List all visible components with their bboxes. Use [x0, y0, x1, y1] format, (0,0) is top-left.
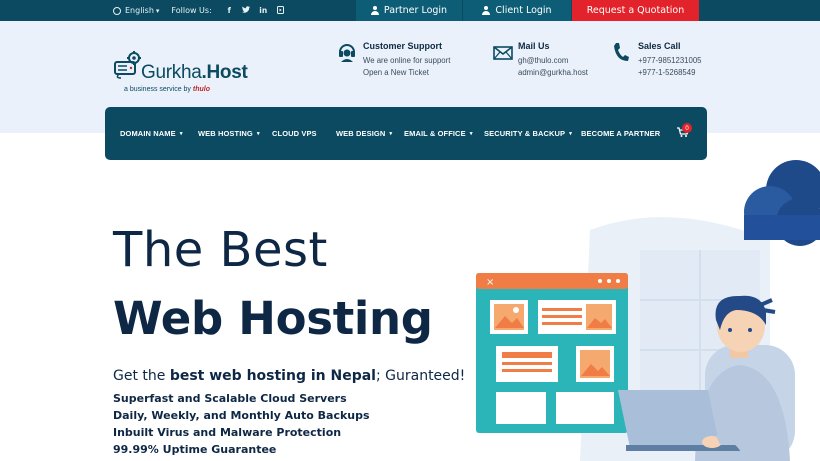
open-ticket-link[interactable]: Open a New Ticket: [363, 68, 450, 77]
cloud-icon: [744, 160, 820, 246]
nav-item-cloud-vps[interactable]: CLOUD VPS: [272, 107, 317, 160]
chevron-down-icon[interactable]: ▾: [156, 7, 160, 15]
hero-title-line2: Web Hosting: [113, 292, 433, 345]
partner-login-label: Partner Login: [383, 5, 448, 16]
hero-title-line1: The Best: [113, 222, 328, 278]
logo-tagline: a business service by thulo: [124, 86, 210, 93]
feature-list: Superfast and Scalable Cloud Servers Dai…: [113, 390, 370, 458]
customer-support-block: Customer Support We are online for suppo…: [363, 41, 450, 77]
language-selector[interactable]: English: [125, 6, 154, 15]
svg-text:×: ×: [486, 277, 494, 288]
sales-call-title: Sales Call: [638, 41, 681, 51]
nav-item-web-hosting[interactable]: WEB HOSTING ▾: [198, 107, 260, 160]
partner-login-button[interactable]: Partner Login: [356, 0, 462, 21]
youtube-icon[interactable]: [272, 5, 289, 16]
linkedin-icon[interactable]: in: [255, 6, 272, 15]
client-login-label: Client Login: [495, 5, 552, 16]
nav-item-become-partner[interactable]: BECOME A PARTNER: [581, 107, 660, 160]
globe-icon: [113, 6, 121, 15]
chevron-down-icon: ▾: [256, 130, 260, 137]
email-link-admin[interactable]: admin@gurkha.host: [518, 68, 588, 77]
phone-icon: [614, 43, 629, 61]
email-link-thulo[interactable]: gh@thulo.com: [518, 56, 588, 65]
phone-link-landline[interactable]: +977-1-5268549: [638, 68, 702, 77]
phone-link-mobile[interactable]: +977-9851231005: [638, 56, 702, 65]
top-bar-left: English ▾ Follow Us: f in: [113, 0, 289, 21]
chevron-down-icon: ▾: [389, 130, 393, 137]
chevron-down-icon: ▾: [469, 130, 473, 137]
top-bar: English ▾ Follow Us: f in Partner Login …: [0, 0, 820, 21]
mail-us-block: Mail Us gh@thulo.com admin@gurkha.host: [518, 41, 588, 77]
customer-support-title: Customer Support: [363, 41, 443, 51]
user-icon: [482, 6, 491, 15]
hero-illustration: ×: [476, 160, 820, 461]
chevron-down-icon: ▾: [179, 130, 183, 137]
support-online-text: We are online for support: [363, 56, 451, 65]
mail-us-title: Mail Us: [518, 41, 550, 51]
envelope-icon: [493, 46, 513, 60]
main-nav: DOMAIN NAME ▾ WEB HOSTING ▾ CLOUD VPS WEB …: [105, 107, 707, 160]
feature-item: Inbuilt Virus and Malware Protection: [113, 426, 342, 439]
request-quotation-label: Request a Quotation: [586, 5, 685, 16]
sales-call-block: Sales Call +977-9851231005 +977-1-526854…: [638, 41, 702, 77]
server-gear-icon: [114, 51, 141, 79]
request-quotation-button[interactable]: Request a Quotation: [572, 0, 699, 21]
chevron-down-icon: ▾: [569, 130, 573, 137]
client-login-button[interactable]: Client Login: [463, 0, 571, 21]
feature-item: Daily, Weekly, and Monthly Auto Backups: [113, 409, 370, 422]
user-icon: [370, 6, 379, 15]
nav-item-email-office[interactable]: EMAIL & OFFICE ▾: [404, 107, 473, 160]
feature-item: 99.99% Uptime Guarantee: [113, 443, 277, 456]
browser-window-graphic: ×: [476, 273, 628, 433]
twitter-icon[interactable]: [238, 6, 255, 15]
feature-item: Superfast and Scalable Cloud Servers: [113, 392, 347, 405]
cart-count-badge: 0: [682, 123, 692, 133]
hero-tagline: Get the best web hosting in Nepal; Guran…: [113, 368, 466, 384]
logo-wordmark: Gurkha.Host: [141, 62, 248, 83]
follow-us-label: Follow Us:: [171, 6, 212, 15]
nav-item-web-design[interactable]: WEB DESIGN ▾: [336, 107, 392, 160]
site-logo[interactable]: Gurkha.Host a business service by thulo: [113, 46, 253, 96]
nav-item-domain-name[interactable]: DOMAIN NAME ▾: [120, 107, 183, 160]
nav-item-security-backup[interactable]: SECURITY & BACKUP ▾: [484, 107, 572, 160]
facebook-icon[interactable]: f: [221, 6, 238, 15]
headset-icon: [339, 44, 355, 62]
